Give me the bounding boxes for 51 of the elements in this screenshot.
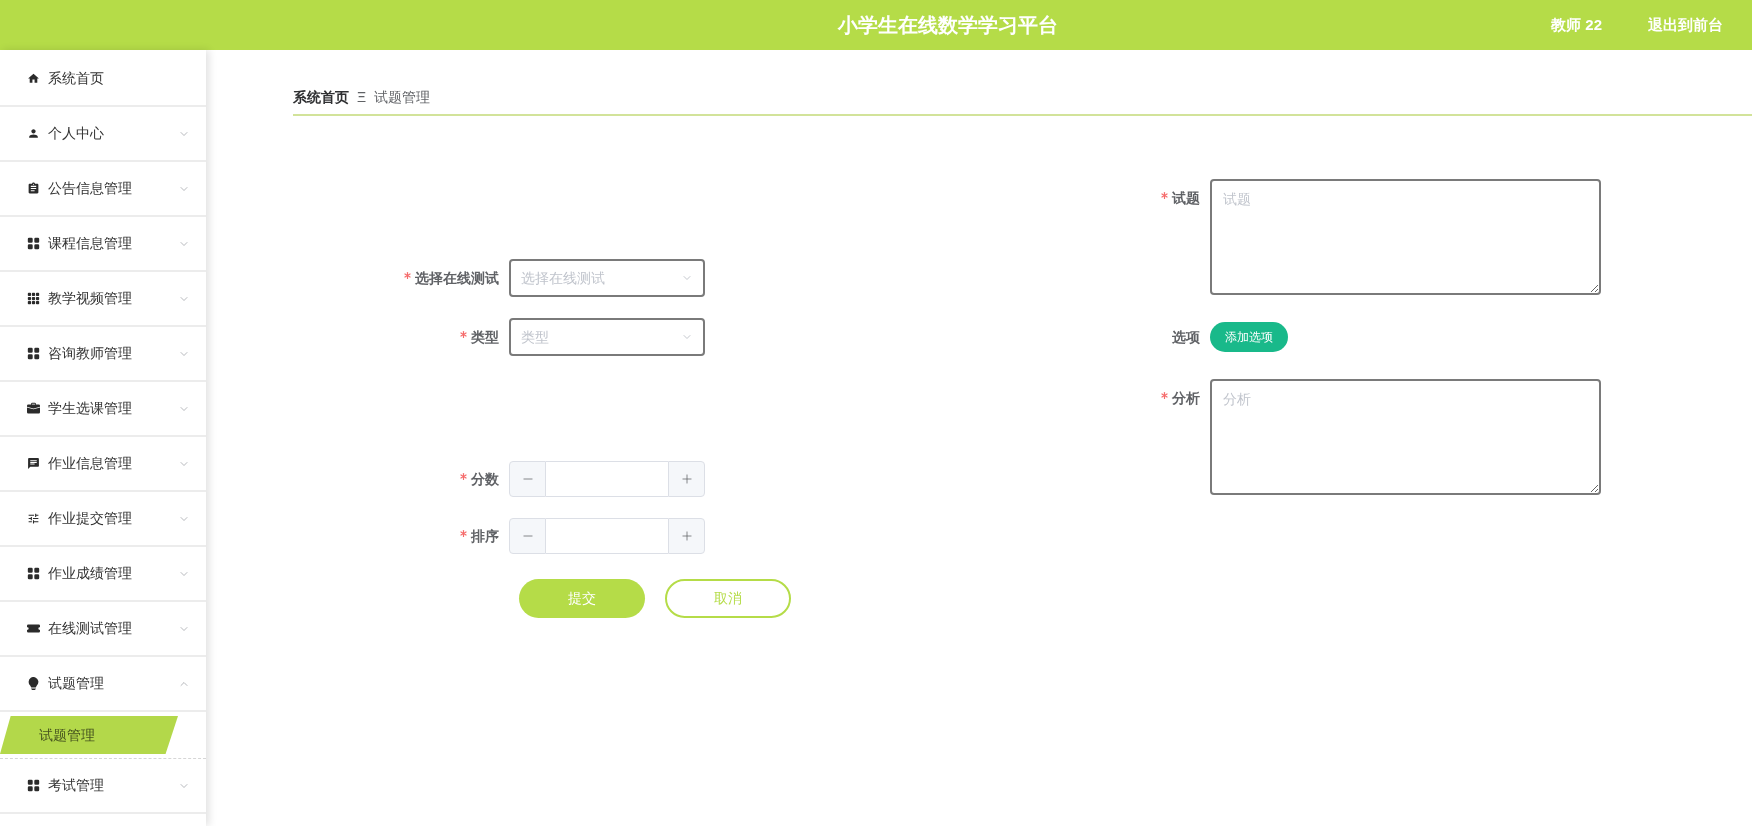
sidebar-menu-item[interactable]: 试题管理	[0, 657, 206, 712]
field-label: 分析	[1172, 388, 1200, 408]
select-field[interactable]: 类型	[509, 318, 705, 356]
increment-button[interactable]	[668, 518, 705, 554]
submenu-item[interactable]: 试题管理	[0, 716, 178, 754]
home-icon	[27, 72, 40, 85]
briefcase-icon	[27, 402, 40, 415]
sidebar-menu-item[interactable]: 课程信息管理	[0, 217, 206, 272]
field-label: 试题	[1172, 188, 1200, 208]
field-label: 分数	[471, 469, 499, 489]
sidebar-menu-item[interactable]: 公告信息管理	[0, 162, 206, 217]
breadcrumb-current: 试题管理	[374, 87, 431, 107]
sliders-icon	[27, 512, 40, 525]
grid-icon	[27, 237, 40, 250]
ticket-icon	[27, 622, 40, 635]
plus-icon	[679, 472, 694, 486]
sidebar-menu-item[interactable]: 作业成绩管理	[0, 547, 206, 602]
textarea-field[interactable]: 分析	[1210, 379, 1601, 495]
user-icon	[27, 127, 40, 140]
field-label: 选项	[1172, 327, 1200, 347]
chat-icon	[27, 457, 40, 470]
grid-icon	[27, 567, 40, 580]
plus-icon	[679, 529, 694, 543]
clipboard-icon	[27, 182, 40, 195]
textarea-field[interactable]: 试题	[1210, 179, 1601, 295]
sidebar-menu-item[interactable]: 作业提交管理	[0, 492, 206, 547]
user-name: 教师 22	[1551, 14, 1602, 35]
field-label: 选择在线测试	[415, 268, 499, 288]
sidebar-menu-item[interactable]: 考试管理	[0, 759, 206, 814]
select-field[interactable]: 选择在线测试	[509, 259, 705, 297]
number-field[interactable]	[546, 461, 668, 497]
sidebar-menu-item[interactable]: 系统首页	[0, 52, 206, 107]
lightbulb-icon	[27, 677, 40, 690]
grid-icon	[27, 292, 40, 305]
sidebar-menu-item[interactable]: 个人中心	[0, 107, 206, 162]
breadcrumb-separator: Ξ	[357, 87, 367, 107]
sidebar-menu-item[interactable]: 作业信息管理	[0, 437, 206, 492]
field-label: 排序	[471, 526, 499, 546]
sidebar-menu-item[interactable]: 咨询教师管理	[0, 327, 206, 382]
app-title: 小学生在线数学学习平台	[838, 13, 1058, 38]
decrement-button[interactable]	[509, 461, 546, 497]
field-label: 类型	[471, 327, 499, 347]
breadcrumb-link[interactable]: 系统首页	[293, 86, 349, 108]
number-field[interactable]	[546, 518, 668, 554]
sidebar-menu-item[interactable]: 教学视频管理	[0, 272, 206, 327]
sidebar-menu-item[interactable]: 学生选课管理	[0, 382, 206, 437]
grid-icon	[27, 779, 40, 792]
grid-icon	[27, 347, 40, 360]
increment-button[interactable]	[668, 461, 705, 497]
decrement-button[interactable]	[509, 518, 546, 554]
sidebar-menu-item[interactable]: 在线测试管理	[0, 602, 206, 657]
